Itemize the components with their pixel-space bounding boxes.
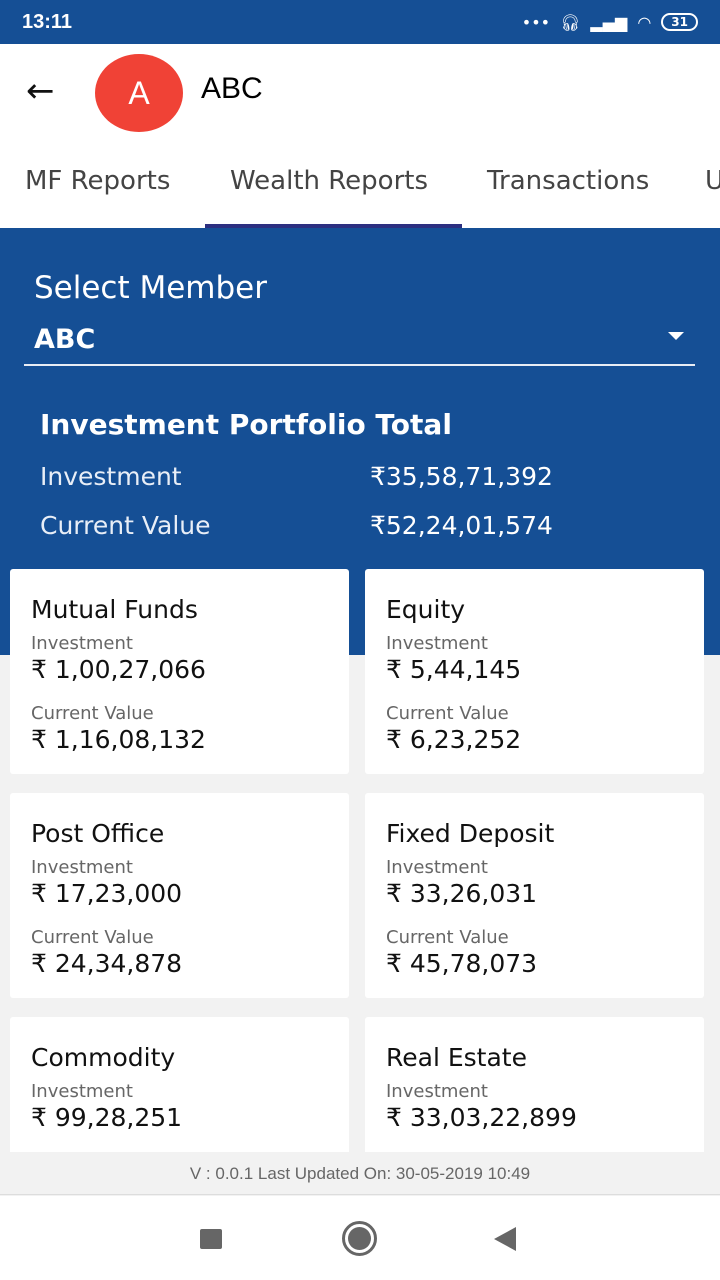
current-value-label: Current Value xyxy=(386,703,509,724)
investment-value: ₹ 1,00,27,066 xyxy=(31,655,206,684)
wifi-icon: ◠ xyxy=(637,12,652,32)
current-value-label: Current Value xyxy=(31,703,154,724)
investment-label: Investment xyxy=(386,633,488,654)
app-header: ← A ABC xyxy=(0,44,720,140)
card-title: Real Estate xyxy=(386,1043,527,1072)
select-member-label: Select Member xyxy=(34,270,267,306)
card-title: Equity xyxy=(386,595,466,624)
tab-transactions[interactable]: Transactions xyxy=(487,166,649,196)
tab-mf-reports[interactable]: MF Reports xyxy=(25,166,170,196)
signal-icon: ▂▄▆ xyxy=(590,12,628,32)
recents-icon[interactable] xyxy=(200,1229,222,1249)
status-bar: 13:11 ••• 🎧︎ ▂▄▆ ◠ 31 xyxy=(0,0,720,44)
tab-next[interactable]: U xyxy=(705,166,720,196)
status-icons: ••• 🎧︎ ▂▄▆ ◠ 31 xyxy=(522,13,698,32)
navigation-bar xyxy=(0,1196,720,1280)
back-icon[interactable] xyxy=(494,1227,516,1251)
current-value-total: ₹52,24,01,574 xyxy=(370,511,553,540)
home-icon[interactable] xyxy=(342,1221,377,1256)
dropdown-arrow-icon[interactable] xyxy=(668,332,684,340)
status-time: 13:11 xyxy=(22,10,73,33)
dropdown-underline xyxy=(24,364,695,366)
investment-value: ₹ 33,03,22,899 xyxy=(386,1103,577,1132)
asset-card[interactable]: Equity Investment ₹ 5,44,145 Current Value ₹… xyxy=(365,569,704,774)
member-dropdown[interactable]: ABC xyxy=(34,324,95,355)
card-title: Fixed Deposit xyxy=(386,819,555,848)
investment-value: ₹ 17,23,000 xyxy=(31,879,183,908)
card-title: Mutual Funds xyxy=(31,595,198,624)
investment-label: Investment xyxy=(31,633,133,654)
version-footer: V : 0.0.1 Last Updated On: 30-05-2019 10… xyxy=(0,1152,720,1195)
asset-card[interactable]: Fixed Deposit Investment ₹ 33,26,031 Curren… xyxy=(365,793,704,998)
investment-label: Investment xyxy=(386,857,488,878)
investment-label: Investment xyxy=(40,462,182,491)
current-value: ₹ 1,16,08,132 xyxy=(31,725,206,754)
tab-bar: MF Reports Wealth Reports Transactions U xyxy=(0,140,720,228)
headset-icon: 🎧︎ xyxy=(560,12,581,32)
investment-label: Investment xyxy=(31,1081,133,1102)
portfolio-title: Investment Portfolio Total xyxy=(40,408,452,441)
card-title: Commodity xyxy=(31,1043,176,1072)
asset-card[interactable]: Post Office Investment ₹ 17,23,000 Current … xyxy=(10,793,349,998)
current-value: ₹ 6,23,252 xyxy=(386,725,522,754)
more-notifications-icon: ••• xyxy=(521,12,551,32)
battery-icon: 31 xyxy=(661,13,698,31)
tab-wealth-reports[interactable]: Wealth Reports xyxy=(230,166,428,196)
investment-label: Investment xyxy=(386,1081,488,1102)
current-value-label: Current Value xyxy=(31,927,154,948)
asset-card[interactable]: Mutual Funds Investment ₹ 1,00,27,066 Curre… xyxy=(10,569,349,774)
investment-value: ₹ 5,44,145 xyxy=(386,655,522,684)
asset-card[interactable]: Real Estate Investment ₹ 33,03,22,899 xyxy=(365,1017,704,1152)
current-value: ₹ 45,78,073 xyxy=(386,949,538,978)
investment-value: ₹ 33,26,031 xyxy=(386,879,538,908)
asset-card[interactable]: Commodity Investment ₹ 99,28,251 xyxy=(10,1017,349,1152)
investment-label: Investment xyxy=(31,857,133,878)
investment-value: ₹ 99,28,251 xyxy=(31,1103,183,1132)
avatar: A xyxy=(95,54,183,132)
current-value-label: Current Value xyxy=(40,511,211,540)
page-title: ABC xyxy=(201,72,263,105)
asset-cards: Mutual Funds Investment ₹ 1,00,27,066 Curre… xyxy=(0,569,720,1152)
investment-total: ₹35,58,71,392 xyxy=(370,462,553,491)
current-value-label: Current Value xyxy=(386,927,509,948)
current-value: ₹ 24,34,878 xyxy=(31,949,183,978)
back-arrow-icon[interactable]: ← xyxy=(26,74,55,108)
card-title: Post Office xyxy=(31,819,165,848)
